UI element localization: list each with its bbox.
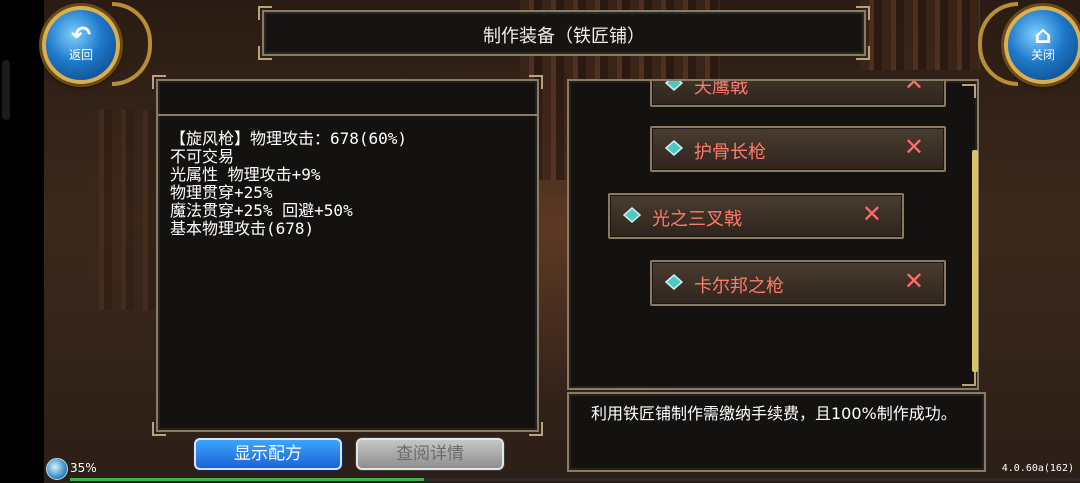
item-stat-line: 基本物理攻击(678) bbox=[170, 219, 315, 238]
item-stat-line: 物理贯穿+25% bbox=[170, 183, 273, 202]
recipe-name: 光之三叉戟 bbox=[652, 209, 742, 230]
x-icon: ✕ bbox=[903, 267, 924, 295]
x-icon: ✕ bbox=[903, 79, 924, 96]
info-text: 利用铁匠铺制作需缴纳手续费，且100%制作成功。 bbox=[591, 404, 957, 423]
version-label: 4.0.60a(162) bbox=[1001, 463, 1074, 474]
recipe-name: 卡尔邦之枪 bbox=[694, 276, 784, 297]
back-button[interactable]: ↶ 返回 bbox=[42, 6, 120, 84]
info-panel: 利用铁匠铺制作需缴纳手续费，且100%制作成功。 bbox=[567, 392, 986, 472]
view-details-button[interactable]: 查阅详情 bbox=[356, 438, 504, 470]
recipe-item-guangzhi-sanchaji[interactable]: 光之三叉戟 ✕ bbox=[608, 193, 904, 239]
crystal-icon bbox=[622, 207, 642, 223]
frame-corner bbox=[152, 422, 166, 436]
crystal-icon bbox=[664, 274, 684, 290]
x-icon: ✕ bbox=[861, 200, 882, 228]
recipe-name: 护骨长枪 bbox=[694, 142, 766, 163]
recipe-list-panel: 天鹰戟 ✕ 护骨长枪 ✕ 光之三叉戟 ✕ 卡尔邦之枪 ✕ bbox=[567, 79, 979, 390]
x-icon: ✕ bbox=[903, 133, 924, 161]
back-arrow-icon: ↶ bbox=[70, 21, 92, 49]
recipe-name: 天鹰戟 bbox=[694, 79, 748, 98]
crystal-icon bbox=[664, 140, 684, 156]
home-icon: ⌂ bbox=[1034, 21, 1052, 49]
frame-corner bbox=[856, 6, 870, 20]
back-button-label: 返回 bbox=[68, 48, 93, 62]
bookshelf-decoration bbox=[90, 110, 160, 310]
item-description: 【旋风枪】物理攻击：678(60%) 不可交易 光属性 物理攻击+9% 物理贯穿… bbox=[170, 130, 407, 238]
close-button-label: 关闭 bbox=[1030, 48, 1055, 62]
battery-orb-icon bbox=[46, 458, 68, 480]
frame-corner bbox=[152, 75, 166, 89]
show-recipe-button[interactable]: 显示配方 bbox=[194, 438, 342, 470]
progress-bar bbox=[70, 478, 1080, 481]
left-edge-bar bbox=[0, 0, 44, 483]
item-stat-line: 光属性 物理攻击+9% bbox=[170, 165, 321, 184]
item-detail-panel: 【旋风枪】物理攻击：678(60%) 不可交易 光属性 物理攻击+9% 物理贯穿… bbox=[152, 75, 543, 436]
frame-corner bbox=[962, 84, 976, 98]
title-bar: 制作装备（铁匠铺） bbox=[258, 6, 870, 60]
frame-corner bbox=[856, 46, 870, 60]
recipe-item-hugu-changqiang[interactable]: 护骨长枪 ✕ bbox=[650, 126, 946, 172]
page-title: 制作装备（铁匠铺） bbox=[483, 26, 645, 47]
frame-corner bbox=[529, 422, 543, 436]
battery-percent: 35% bbox=[70, 461, 97, 475]
item-stat-line: 魔法贯穿+25% 回避+50% bbox=[170, 201, 353, 220]
recipe-item-tianying-ji[interactable]: 天鹰戟 ✕ bbox=[650, 79, 946, 107]
item-stat-line: 【旋风枪】物理攻击：678(60%) bbox=[170, 129, 408, 148]
close-button[interactable]: ⌂ 关闭 bbox=[1004, 6, 1080, 84]
recipe-scrollbar-thumb[interactable] bbox=[972, 150, 978, 372]
item-stat-line: 不可交易 bbox=[170, 147, 235, 166]
recipe-item-kaerbang-zhiqiang[interactable]: 卡尔邦之枪 ✕ bbox=[650, 260, 946, 306]
crystal-icon bbox=[664, 81, 684, 91]
frame-corner bbox=[258, 46, 272, 60]
bookshelf-decoration bbox=[860, 0, 980, 70]
frame-corner bbox=[258, 6, 272, 20]
panel-divider bbox=[158, 114, 537, 116]
progress-bar-fill bbox=[70, 478, 424, 481]
frame-corner bbox=[529, 75, 543, 89]
frame-corner bbox=[962, 372, 976, 386]
edge-notch bbox=[2, 60, 10, 120]
